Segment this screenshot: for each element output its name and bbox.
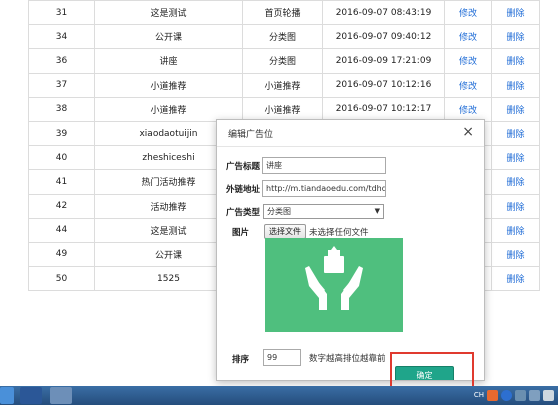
- edit-link[interactable]: 修改: [459, 106, 477, 116]
- delete-link[interactable]: 删除: [506, 9, 524, 19]
- delete-link[interactable]: 删除: [506, 154, 524, 164]
- file-status-text: 未选择任何文件: [309, 228, 369, 238]
- row-title: 讲座: [159, 57, 178, 68]
- choose-file-button[interactable]: 选择文件: [264, 224, 306, 239]
- delete-link[interactable]: 删除: [506, 82, 524, 92]
- row-time: 2016-09-07 10:12:17: [335, 104, 432, 115]
- ad-type-label: 广告类型: [226, 208, 261, 218]
- row-title: 热门活动推荐: [141, 178, 196, 189]
- table-row: 36 讲座 分类图 2016-09-09 17:21:09 修改 删除: [28, 48, 540, 74]
- word-icon[interactable]: [20, 387, 42, 404]
- row-time: 2016-09-09 17:21:09: [335, 55, 432, 66]
- row-type: 首页轮播: [264, 9, 301, 20]
- row-id: 50: [55, 273, 68, 284]
- app-icon[interactable]: [50, 387, 72, 404]
- table-row: 37 小道推荐 小道推荐 2016-09-07 10:12:16 修改 删除: [28, 72, 540, 98]
- ad-url-input[interactable]: http://m.tiandaoedu.com/tdhd/: [262, 180, 386, 197]
- row-id: 37: [55, 80, 68, 91]
- ad-type-select[interactable]: 分类图 ▼: [263, 204, 384, 219]
- image-label: 图片: [232, 228, 250, 238]
- row-type: 分类图: [268, 57, 296, 68]
- highlight-box: [390, 352, 474, 390]
- row-title: zheshiceshi: [142, 152, 195, 163]
- sort-label: 排序: [232, 355, 250, 365]
- sort-hint: 数字越高排位越靠前: [309, 354, 386, 364]
- row-title: 小道推荐: [150, 105, 187, 116]
- dialog-title: 编辑广告位: [228, 130, 274, 140]
- delete-link[interactable]: 删除: [506, 106, 524, 116]
- ime-icon[interactable]: [487, 390, 498, 401]
- table-row: 38 小道推荐 小道推荐 2016-09-07 10:12:17 修改 删除: [28, 96, 540, 122]
- row-title: 1525: [157, 273, 180, 284]
- row-id: 44: [55, 225, 68, 236]
- delete-link[interactable]: 删除: [506, 251, 524, 261]
- volume-icon[interactable]: [529, 390, 540, 401]
- edit-link[interactable]: 修改: [459, 57, 477, 67]
- delete-link[interactable]: 删除: [506, 178, 524, 188]
- row-type: 小道推荐: [264, 105, 301, 116]
- network-icon[interactable]: [515, 390, 526, 401]
- row-title: 小道推荐: [150, 81, 187, 92]
- delete-link[interactable]: 删除: [506, 33, 524, 43]
- row-id: 31: [55, 7, 68, 18]
- row-id: 36: [55, 55, 68, 66]
- row-title: 公开课: [154, 33, 182, 44]
- gift-hands-icon: [305, 246, 363, 310]
- row-type: 分类图: [268, 33, 296, 44]
- chevron-down-icon: ▼: [374, 207, 380, 215]
- row-id: 34: [55, 31, 68, 42]
- system-tray: CH: [474, 386, 558, 405]
- row-title: 公开课: [154, 250, 182, 261]
- edit-link[interactable]: 修改: [459, 9, 477, 19]
- delete-link[interactable]: 删除: [506, 57, 524, 67]
- help-icon[interactable]: [501, 390, 512, 401]
- row-id: 38: [55, 104, 68, 115]
- row-title: 这是测试: [150, 226, 187, 237]
- delete-link[interactable]: 删除: [506, 130, 524, 140]
- delete-link[interactable]: 删除: [506, 275, 524, 285]
- lang-indicator[interactable]: CH: [474, 390, 484, 401]
- security-icon[interactable]: [543, 390, 554, 401]
- ad-url-label: 外链地址: [226, 185, 261, 195]
- row-title: xiaodaotuijin: [139, 128, 198, 139]
- row-id: 41: [55, 176, 68, 187]
- row-type: 小道推荐: [264, 81, 301, 92]
- image-preview: [265, 238, 403, 332]
- row-title: 活动推荐: [150, 202, 187, 213]
- row-id: 39: [55, 128, 68, 139]
- delete-link[interactable]: 删除: [506, 203, 524, 213]
- row-id: 49: [55, 249, 68, 260]
- row-time: 2016-09-07 08:43:19: [335, 7, 432, 18]
- ad-type-selected: 分类图: [267, 207, 291, 216]
- ad-title-label: 广告标题: [226, 162, 261, 172]
- ad-title-input[interactable]: 讲座: [262, 157, 386, 174]
- delete-link[interactable]: 删除: [506, 227, 524, 237]
- row-id: 40: [55, 152, 68, 163]
- close-icon[interactable]: ×: [462, 124, 474, 140]
- row-id: 42: [55, 201, 68, 212]
- edit-link[interactable]: 修改: [459, 33, 477, 43]
- row-time: 2016-09-07 09:40:12: [335, 31, 432, 42]
- edit-ad-dialog: 编辑广告位 × 广告标题 讲座 外链地址 http://m.tiandaoedu…: [216, 119, 485, 381]
- row-title: 这是测试: [150, 9, 187, 20]
- edit-link[interactable]: 修改: [459, 82, 477, 92]
- dialog-header: 编辑广告位 ×: [217, 120, 484, 147]
- taskbar: CH: [0, 386, 558, 405]
- start-orb-icon[interactable]: [0, 387, 14, 404]
- table-row: 34 公开课 分类图 2016-09-07 09:40:12 修改 删除: [28, 24, 540, 50]
- sort-input[interactable]: 99: [263, 349, 301, 366]
- table-row: 31 这是测试 首页轮播 2016-09-07 08:43:19 修改 删除: [28, 0, 540, 26]
- row-time: 2016-09-07 10:12:16: [335, 80, 432, 91]
